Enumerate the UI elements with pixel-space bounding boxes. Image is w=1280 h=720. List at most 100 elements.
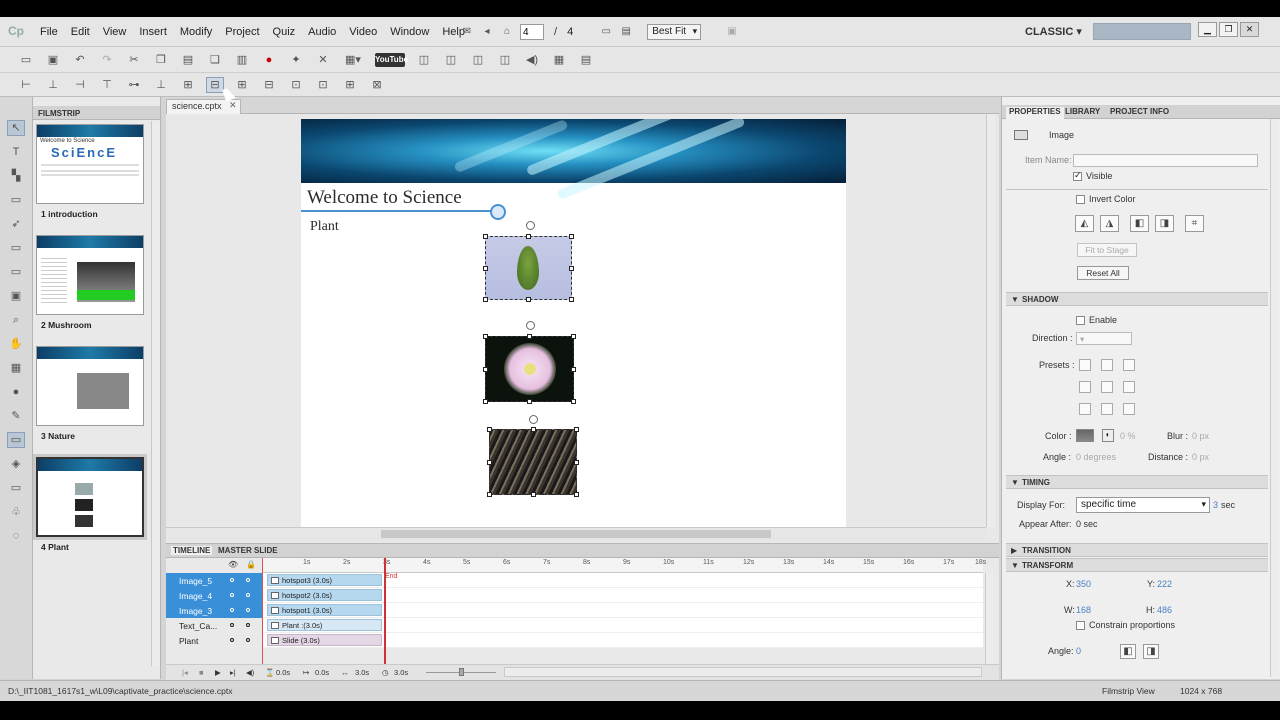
crop-icon[interactable]: ⌗ bbox=[1185, 215, 1204, 232]
timeline-bar[interactable]: Slide (3.0s) bbox=[267, 634, 382, 646]
menu-modify[interactable]: Modify bbox=[180, 26, 212, 38]
distribute-horizontal-icon[interactable]: ⊞ bbox=[180, 78, 196, 92]
mouse-tool-icon[interactable]: ➶ bbox=[8, 217, 24, 231]
audio-icon[interactable]: ◀) bbox=[524, 53, 540, 67]
mail-icon[interactable]: ✉ bbox=[460, 25, 474, 39]
paste-icon[interactable]: ▤ bbox=[180, 53, 196, 67]
transition-section-header[interactable]: TRANSITION bbox=[1006, 543, 1268, 557]
tab-project-info[interactable]: PROJECT INFO bbox=[1110, 107, 1169, 116]
arrange-back-icon[interactable]: ◫ bbox=[497, 53, 513, 67]
delete-icon[interactable]: ▥ bbox=[234, 53, 250, 67]
interaction-tool-icon[interactable]: ▦ bbox=[8, 361, 24, 375]
w-value[interactable]: 168 bbox=[1076, 605, 1091, 615]
shadow-direction-select[interactable]: ▾ bbox=[1076, 332, 1132, 345]
effects-icon[interactable]: ✦ bbox=[288, 53, 304, 67]
slide-title[interactable]: Welcome to Science bbox=[307, 187, 462, 209]
shadow-distance[interactable]: 0 px bbox=[1192, 452, 1209, 462]
audio-icon[interactable]: ◀) bbox=[246, 668, 254, 677]
pencil-tool-icon[interactable]: ✎ bbox=[8, 409, 24, 423]
roots-image[interactable] bbox=[487, 427, 579, 497]
center-horizontal-icon[interactable]: ⊞ bbox=[234, 78, 250, 92]
align-middle-icon[interactable]: ⊶ bbox=[126, 78, 142, 92]
slide-stage[interactable]: Welcome to Science Plant bbox=[301, 119, 846, 527]
tab-timeline[interactable]: TIMELINE bbox=[171, 546, 213, 555]
align-right-icon[interactable]: ⊣ bbox=[72, 78, 88, 92]
table-icon[interactable]: ▤ bbox=[578, 53, 594, 67]
shadow-preset[interactable] bbox=[1079, 359, 1091, 371]
close-tab-icon[interactable]: ✕ bbox=[229, 100, 237, 111]
rotate-handle-2[interactable] bbox=[526, 321, 535, 330]
align-top-icon[interactable]: ⊤ bbox=[99, 78, 115, 92]
fit-to-stage-button[interactable]: Fit to Stage bbox=[1077, 243, 1137, 257]
eye-icon[interactable]: 👁 bbox=[228, 560, 238, 569]
rotate-cw-icon[interactable]: ◨ bbox=[1143, 644, 1159, 659]
shadow-preset[interactable] bbox=[1101, 381, 1113, 393]
layer-image-4[interactable]: Image_4 bbox=[166, 588, 262, 603]
shape-tool-icon[interactable]: ● bbox=[8, 385, 24, 399]
text-entry-tool-icon[interactable]: ▭ bbox=[8, 265, 24, 279]
select-tool-icon[interactable]: ↖ bbox=[7, 120, 25, 136]
shadow-angle[interactable]: 0 degrees bbox=[1076, 452, 1116, 462]
youtube-icon[interactable]: YouTube bbox=[375, 53, 408, 67]
item-name-input[interactable] bbox=[1073, 154, 1258, 167]
rotate-handle-3[interactable] bbox=[529, 415, 538, 424]
constrain-proportions-checkbox[interactable] bbox=[1076, 621, 1085, 630]
publish-icon[interactable]: ▦▾ bbox=[342, 53, 364, 67]
timeline-ruler[interactable]: 1s 2s 3s 4s 5s 6s 7s 8s 9s 10s 11s 12s 1… bbox=[263, 558, 986, 573]
copy-icon[interactable]: ❐ bbox=[153, 53, 169, 67]
same-size-icon[interactable]: ⊞ bbox=[342, 78, 358, 92]
menu-file[interactable]: File bbox=[40, 26, 58, 38]
timeline-playhead[interactable] bbox=[384, 558, 386, 664]
save-icon[interactable]: ▣ bbox=[45, 53, 61, 67]
current-slide-input[interactable] bbox=[520, 24, 544, 40]
help-search-input[interactable] bbox=[1093, 23, 1191, 40]
open-icon[interactable]: ▭ bbox=[18, 53, 34, 67]
button-tool-icon[interactable]: ▣ bbox=[8, 289, 24, 303]
shadow-blur[interactable]: 0 px bbox=[1192, 431, 1209, 441]
invert-color-checkbox[interactable] bbox=[1076, 195, 1085, 204]
slide-thumbnail-3[interactable] bbox=[36, 346, 144, 426]
angle-value[interactable]: 0 bbox=[1076, 646, 1081, 656]
slide-thumbnail-1[interactable]: Welcome to Science SciEncE bbox=[36, 124, 144, 204]
stage-horizontal-scrollbar[interactable] bbox=[166, 527, 986, 541]
same-height-icon[interactable]: ⊡ bbox=[315, 78, 331, 92]
restore-icon[interactable]: ❐ bbox=[1219, 22, 1238, 37]
title-slider-knob[interactable] bbox=[490, 204, 506, 220]
h-value[interactable]: 486 bbox=[1157, 605, 1172, 615]
y-value[interactable]: 222 bbox=[1157, 579, 1172, 589]
document-tab[interactable]: science.cptx ✕ bbox=[166, 99, 241, 114]
cut-icon[interactable]: ✂ bbox=[126, 53, 142, 67]
timeline-bar[interactable]: Plant :(3.0s) bbox=[267, 619, 382, 631]
redo-icon[interactable]: ↷ bbox=[99, 53, 115, 67]
monitor-icon[interactable]: ▭ bbox=[599, 25, 613, 39]
shadow-section-header[interactable]: SHADOW bbox=[1006, 292, 1268, 306]
duplicate-icon[interactable]: ❏ bbox=[207, 53, 223, 67]
image-tool-icon[interactable]: ▭ bbox=[7, 432, 25, 448]
rollover-tool-icon[interactable]: ▚ bbox=[8, 169, 24, 183]
shadow-preset[interactable] bbox=[1123, 359, 1135, 371]
shadow-preset[interactable] bbox=[1123, 381, 1135, 393]
shadow-opacity[interactable]: 0 % bbox=[1120, 431, 1136, 441]
fill-tool-icon[interactable]: ◈ bbox=[8, 457, 24, 471]
eraser-tool-icon[interactable]: ◌ bbox=[8, 529, 24, 543]
blank-tool-icon[interactable]: ▭ bbox=[8, 481, 24, 495]
visible-checkbox[interactable] bbox=[1073, 170, 1082, 181]
tab-properties[interactable]: PROPERTIES bbox=[1006, 107, 1064, 119]
menu-video[interactable]: Video bbox=[349, 26, 377, 38]
stop-icon[interactable]: ■ bbox=[199, 668, 204, 677]
x-value[interactable]: 350 bbox=[1076, 579, 1091, 589]
record-icon[interactable]: ● bbox=[261, 53, 277, 67]
layer-image-5[interactable]: Image_5 bbox=[166, 573, 262, 588]
highlight-tool-icon[interactable]: ▭ bbox=[8, 193, 24, 207]
menu-view[interactable]: View bbox=[103, 26, 127, 38]
zoom-slider-thumb[interactable] bbox=[459, 668, 464, 676]
arrange-forward-icon[interactable]: ◫ bbox=[443, 53, 459, 67]
rotate-ccw-icon[interactable]: ◧ bbox=[1120, 644, 1136, 659]
close-icon[interactable]: ✕ bbox=[1240, 22, 1259, 37]
timeline-scrollbar[interactable] bbox=[985, 573, 994, 664]
flip-vertical-icon[interactable]: ◮ bbox=[1100, 215, 1119, 232]
stage-vertical-scrollbar[interactable] bbox=[986, 114, 995, 527]
zoom-select[interactable]: Best Fit bbox=[647, 24, 702, 40]
layer-text-caption[interactable]: Text_Ca... bbox=[166, 618, 262, 633]
slide-thumbnail-4[interactable] bbox=[33, 454, 147, 540]
